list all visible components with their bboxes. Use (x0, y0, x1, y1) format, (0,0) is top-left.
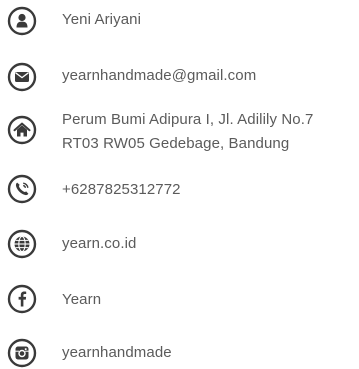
contact-phone[interactable]: +6287825312772 (62, 173, 181, 202)
phone-icon (6, 173, 38, 205)
contact-instagram[interactable]: yearnhandmade (62, 337, 172, 365)
address-line-2: RT03 RW05 Gedebage, Bandung (62, 135, 290, 152)
home-icon (6, 114, 38, 146)
contact-facebook[interactable]: Yearn (62, 283, 101, 312)
contact-row-phone[interactable]: +6287825312772 (0, 173, 181, 205)
envelope-icon (6, 61, 38, 93)
contact-row-facebook[interactable]: Yearn (0, 283, 101, 315)
contact-address: Perum Bumi Adipura I, Jl. Adilily No.7 R… (62, 108, 313, 156)
facebook-icon (6, 283, 38, 315)
contact-email[interactable]: yearnhandmade@gmail.com (62, 61, 256, 88)
globe-icon (6, 228, 38, 260)
contact-row-name: Yeni Ariyani (0, 5, 141, 37)
contact-row-email[interactable]: yearnhandmade@gmail.com (0, 61, 256, 93)
contact-name: Yeni Ariyani (62, 11, 142, 28)
user-icon (6, 5, 38, 37)
contact-row-instagram[interactable]: yearnhandmade (0, 337, 172, 369)
address-line-1: Perum Bumi Adipura I, Jl. Adilily No.7 (62, 111, 314, 128)
instagram-icon (6, 337, 38, 369)
contact-row-address: Perum Bumi Adipura I, Jl. Adilily No.7 R… (0, 108, 313, 156)
contact-row-website[interactable]: yearn.co.id (0, 228, 136, 260)
contact-website[interactable]: yearn.co.id (62, 228, 136, 256)
contact-card: Yeni Ariyani yearnhandmade@gmail.com Per… (0, 0, 359, 369)
